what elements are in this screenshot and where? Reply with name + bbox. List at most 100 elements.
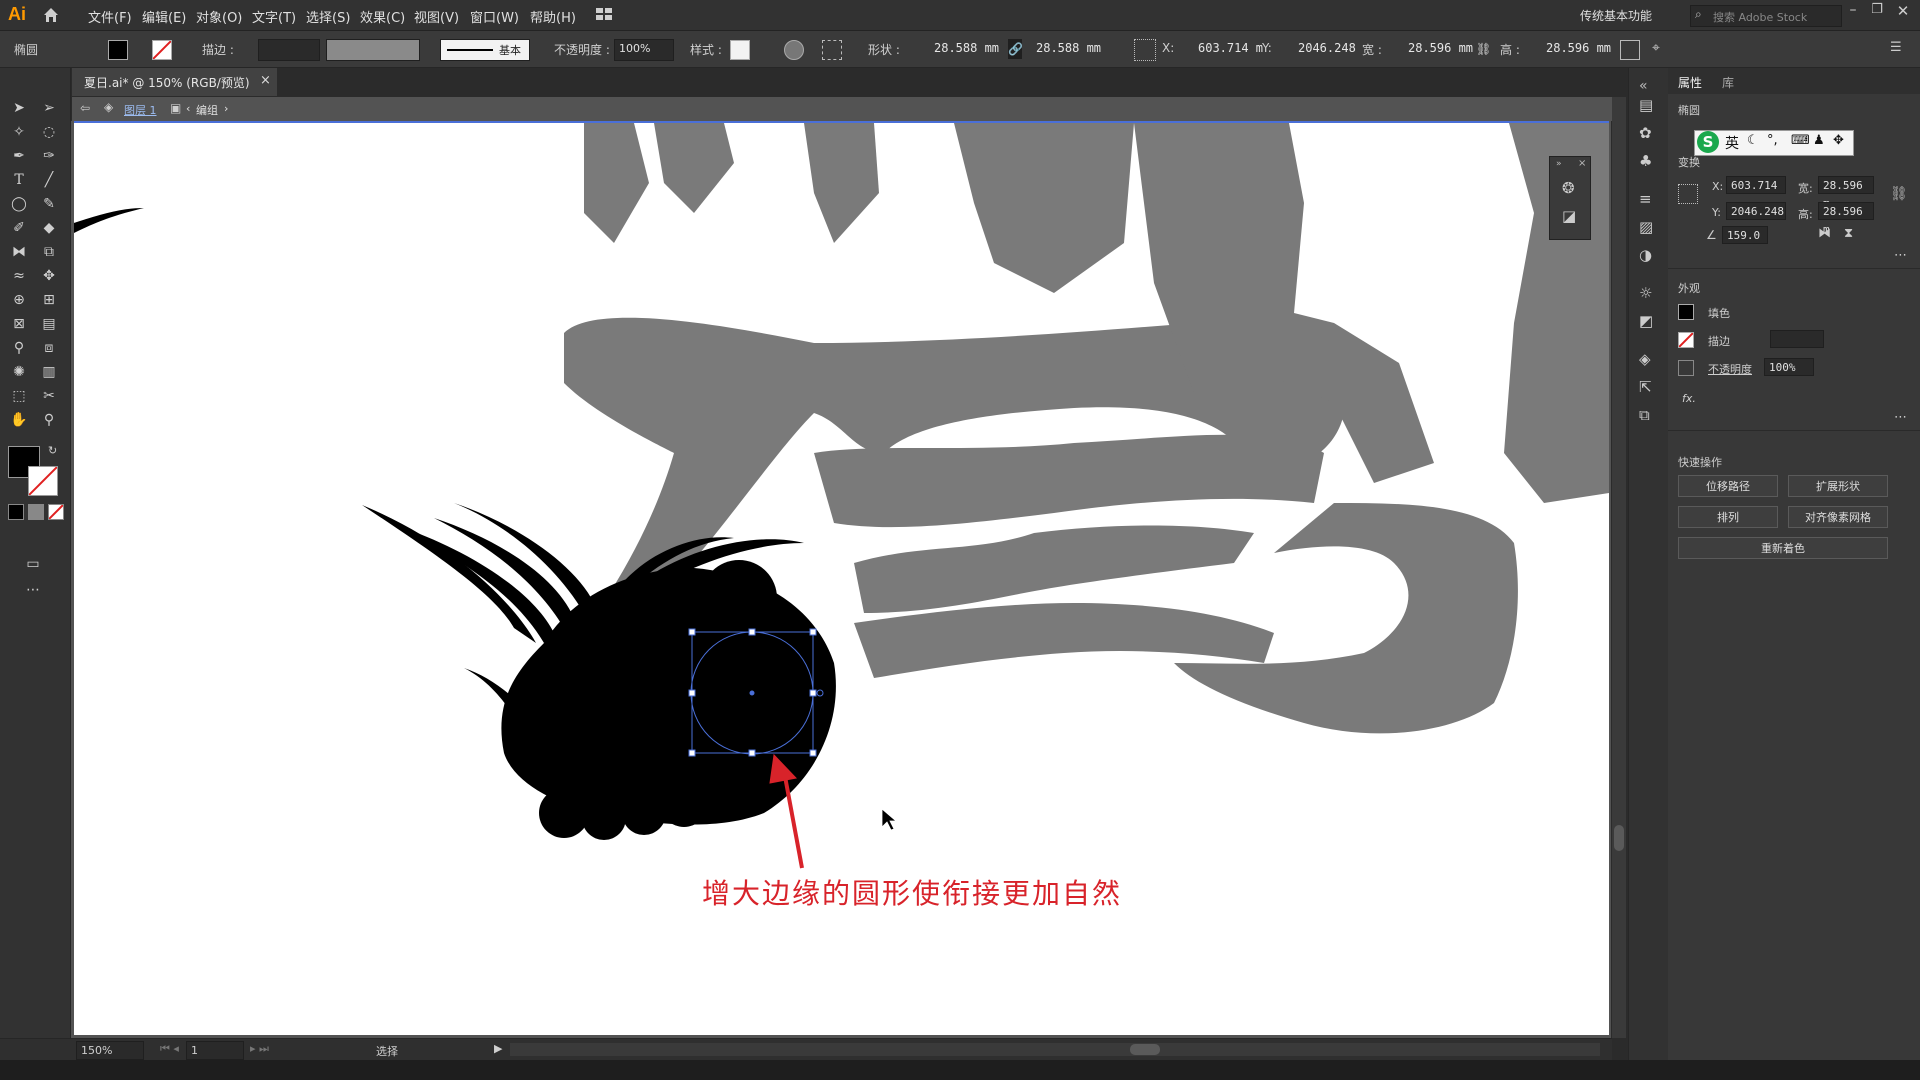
panel-stroke-weight-field[interactable] — [1770, 330, 1824, 348]
panel-fill-swatch[interactable] — [1678, 304, 1694, 320]
y-value[interactable]: 2046.248 — [1298, 41, 1356, 55]
line-tool-icon[interactable]: ╱ — [38, 170, 60, 190]
panel-y-field[interactable]: 2046.248 — [1726, 202, 1786, 220]
stroke-weight-field[interactable] — [258, 39, 320, 61]
tab-properties[interactable]: 属性 — [1678, 74, 1702, 91]
fx-label[interactable]: fx. — [1682, 392, 1696, 405]
stroke-color-icon[interactable] — [28, 466, 58, 496]
opacity-field[interactable]: 100% — [614, 39, 674, 61]
ime-punct-icon[interactable]: °, — [1767, 133, 1778, 148]
panel-fill-label[interactable]: 填色 — [1708, 305, 1730, 321]
arrange-documents-icon[interactable] — [596, 8, 612, 20]
panel-opacity-field[interactable]: 100% — [1764, 358, 1814, 376]
horizontal-scrollbar[interactable] — [510, 1043, 1600, 1056]
more-appearance-icon[interactable]: ⋯ — [1894, 410, 1907, 425]
workspace-switcher[interactable]: 传统基本功能 — [1580, 7, 1652, 24]
constrain-proportions-icon[interactable]: ⛓ — [1890, 186, 1908, 202]
panel-opacity-label[interactable]: 不透明度 — [1708, 361, 1752, 377]
artboard-number-field[interactable]: 1 — [186, 1041, 244, 1060]
menu-file[interactable]: 文件(F) — [88, 7, 132, 26]
close-tab-icon[interactable]: × — [260, 73, 271, 88]
swap-colors-icon[interactable]: ↻ — [48, 444, 57, 457]
shape-builder-tool-icon[interactable]: ⊕ — [8, 290, 30, 310]
menu-select[interactable]: 选择(S) — [306, 7, 350, 26]
symbols-dock-icon[interactable]: ♣ — [1639, 152, 1652, 170]
isolate-icon[interactable]: ⌖ — [1652, 40, 1670, 58]
ime-user-icon[interactable]: ♟ — [1813, 133, 1825, 148]
menu-view[interactable]: 视图(V) — [414, 7, 459, 26]
hand-tool-icon[interactable]: ✋ — [8, 410, 30, 430]
screen-mode-icon[interactable]: ▭ — [22, 554, 44, 574]
panel-reference-point-icon[interactable] — [1678, 184, 1698, 204]
menu-object[interactable]: 对象(O) — [196, 7, 242, 26]
ime-apps-icon[interactable]: ✥ — [1833, 133, 1844, 148]
menu-effect[interactable]: 效果(C) — [360, 7, 405, 26]
appearance-icon[interactable]: ❂ — [1562, 179, 1575, 197]
brushes-dock-icon[interactable]: ✿ — [1639, 124, 1652, 142]
x-value[interactable]: 603.714 m — [1198, 41, 1263, 55]
mesh-tool-icon[interactable]: ⊠ — [8, 314, 30, 334]
perspective-grid-tool-icon[interactable]: ⊞ — [38, 290, 60, 310]
direct-selection-tool-icon[interactable]: ➢ — [38, 98, 60, 118]
type-tool-icon[interactable]: T — [8, 170, 30, 190]
reflect-tool-icon[interactable]: ⧓ — [8, 242, 30, 262]
zoom-field[interactable]: 150% — [76, 1041, 144, 1060]
shape-width-value[interactable]: 28.588 mm — [934, 41, 999, 55]
layers-dock-icon[interactable]: ◈ — [1639, 350, 1651, 368]
warp-tool-icon[interactable]: ≈ — [8, 266, 30, 286]
panel-h-field[interactable]: 28.596 m — [1818, 202, 1874, 236]
slice-tool-icon[interactable]: ✂ — [38, 386, 60, 406]
artboard-tool-icon[interactable]: ⬚ — [8, 386, 30, 406]
minimize-icon[interactable]: – — [1842, 2, 1864, 24]
panel-angle-field[interactable]: 159.0 — [1722, 226, 1768, 244]
panel-x-field[interactable]: 603.714 — [1726, 176, 1786, 194]
panel-menu-icon[interactable]: ☰ — [1890, 40, 1908, 58]
export-dock-icon[interactable]: ⇱ — [1639, 378, 1652, 396]
brush-definition[interactable]: 基本 — [440, 39, 530, 61]
navigator-icon[interactable]: ◪ — [1562, 207, 1576, 225]
pen-tool-icon[interactable]: ✒ — [8, 146, 30, 166]
gradient-mode-icon[interactable] — [28, 504, 44, 520]
more-transform-icon[interactable]: ⋯ — [1894, 248, 1907, 263]
symbol-sprayer-tool-icon[interactable]: ✺ — [8, 362, 30, 382]
home-icon[interactable] — [42, 6, 60, 24]
flip-horizontal-icon[interactable]: ⧓ — [1818, 226, 1831, 241]
link-wh-icon[interactable]: ⛓ — [1476, 39, 1491, 59]
stroke-dock-icon[interactable]: ≡ — [1639, 190, 1652, 208]
height-value[interactable]: 28.596 mm — [1546, 41, 1611, 55]
close-window-icon[interactable]: ✕ — [1892, 2, 1914, 24]
ime-moon-icon[interactable]: ☾ — [1747, 133, 1759, 148]
vertical-scroll-thumb[interactable] — [1614, 825, 1624, 851]
recolor-icon[interactable] — [784, 40, 804, 60]
panel-stroke-label[interactable]: 描边 — [1708, 333, 1730, 349]
ime-keyboard-icon[interactable]: ⌨ — [1791, 133, 1810, 148]
offset-path-button[interactable]: 位移路径 — [1678, 475, 1778, 497]
tab-libraries[interactable]: 库 — [1722, 74, 1734, 91]
stroke-swatch[interactable] — [152, 40, 172, 60]
shape-height-value[interactable]: 28.588 mm — [1036, 41, 1101, 55]
width-value[interactable]: 28.596 mm — [1408, 41, 1473, 55]
transform-icon[interactable] — [1620, 40, 1640, 60]
appearance-dock-icon[interactable]: ☼ — [1639, 284, 1652, 302]
horizontal-scroll-thumb[interactable] — [1130, 1044, 1160, 1055]
lasso-tool-icon[interactable]: ◌ — [38, 122, 60, 142]
stock-search[interactable]: ⌕ 搜索 Adobe Stock — [1690, 5, 1842, 27]
vertical-scrollbar[interactable] — [1612, 97, 1626, 1038]
properties-dock-icon[interactable]: ▤ — [1639, 96, 1653, 114]
reference-point-icon[interactable] — [1134, 39, 1156, 61]
menu-help[interactable]: 帮助(H) — [530, 7, 576, 26]
flip-vertical-icon[interactable]: ⧗ — [1844, 226, 1853, 241]
ellipse-tool-icon[interactable]: ◯ — [8, 194, 30, 214]
align-icon[interactable] — [822, 40, 842, 60]
collapse-panel-icon[interactable]: » — [1556, 159, 1562, 169]
menu-type[interactable]: 文字(T) — [252, 7, 296, 26]
gradient-tool-icon[interactable]: ▤ — [38, 314, 60, 334]
variable-width-profile[interactable] — [326, 39, 420, 61]
blend-tool-icon[interactable]: ⧈ — [38, 338, 60, 358]
first-artboard-icon[interactable]: ⏮ ◂ — [160, 1042, 179, 1056]
curvature-tool-icon[interactable]: ✑ — [38, 146, 60, 166]
panel-stroke-swatch[interactable] — [1678, 332, 1694, 348]
graphic-style-swatch[interactable] — [730, 40, 750, 60]
color-mode-icon[interactable] — [8, 504, 24, 520]
edit-toolbar-icon[interactable]: ⋯ — [22, 580, 44, 600]
